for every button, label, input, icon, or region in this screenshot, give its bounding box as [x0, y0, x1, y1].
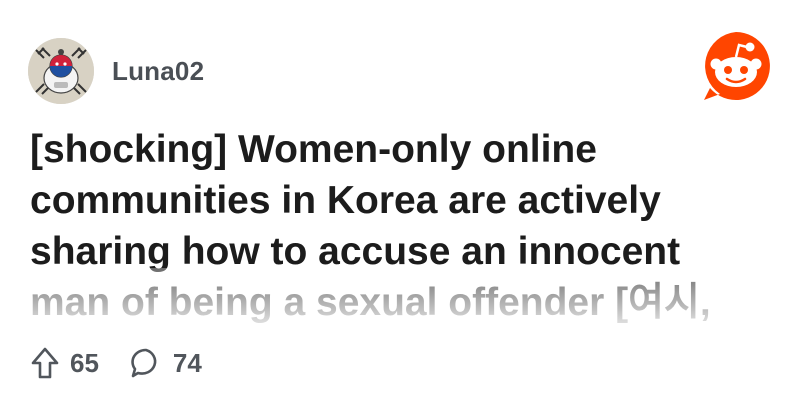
comments-button[interactable]: 74: [129, 346, 202, 380]
post-header: Luna02: [28, 38, 204, 104]
author-avatar[interactable]: [28, 38, 94, 104]
upvote-arrow-icon: [31, 347, 59, 379]
comment-bubble-icon: [131, 348, 157, 378]
upvote-button[interactable]: 65: [30, 346, 99, 380]
comment-count: 74: [172, 347, 202, 378]
post-actions: 65 74: [30, 346, 202, 380]
upvote-count: 65: [70, 347, 99, 378]
author-username[interactable]: Luna02: [112, 56, 204, 87]
avatar-image: [28, 38, 94, 104]
reddit-logo-icon[interactable]: [700, 30, 772, 102]
post-title[interactable]: [shocking] Women-only online communities…: [30, 124, 770, 328]
